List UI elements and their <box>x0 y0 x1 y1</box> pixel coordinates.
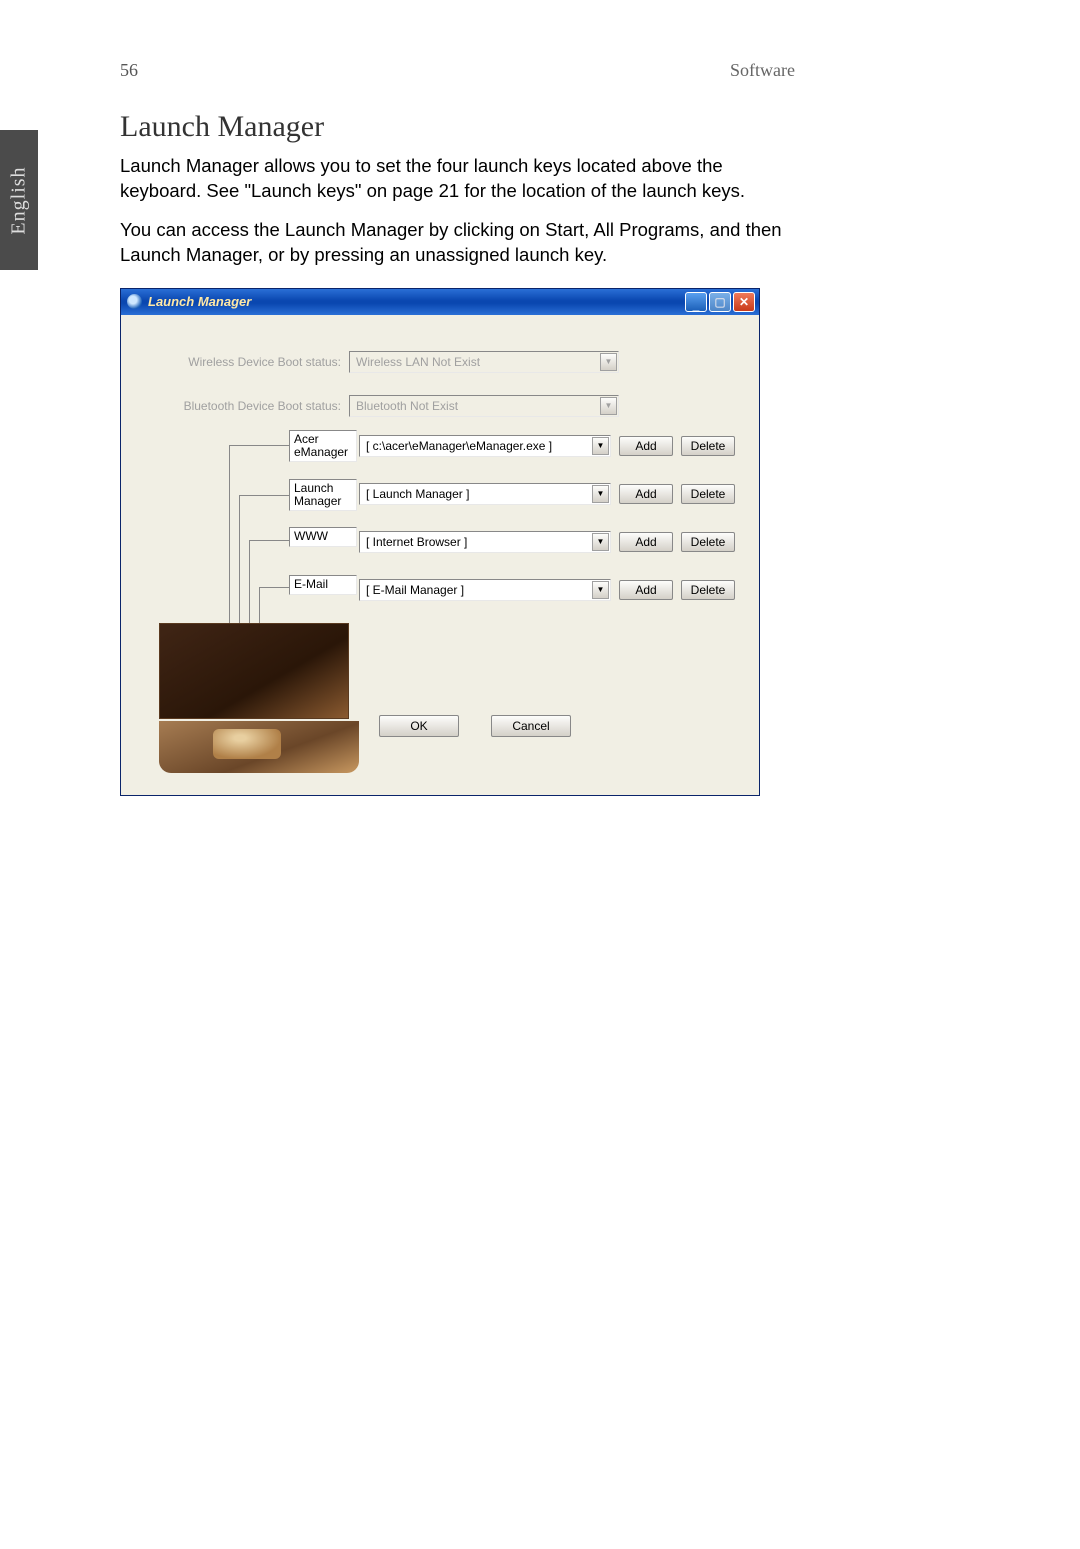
add-button[interactable]: Add <box>619 436 673 456</box>
window-title: Launch Manager <box>148 294 685 309</box>
maximize-icon: ▢ <box>714 295 725 309</box>
bluetooth-boot-label: Bluetooth Device Boot status: <box>171 399 341 413</box>
www-dropdown[interactable]: [ Internet Browser ] ▼ <box>359 531 611 553</box>
body-paragraph-1: Launch Manager allows you to set the fou… <box>120 154 790 204</box>
page-title: Launch Manager <box>120 110 790 144</box>
www-value: [ Internet Browser ] <box>360 535 591 549</box>
emanager-value: [ c:\acer\eManager\eManager.exe ] <box>360 439 591 453</box>
add-button[interactable]: Add <box>619 484 673 504</box>
add-button[interactable]: Add <box>619 532 673 552</box>
body-paragraph-2: You can access the Launch Manager by cli… <box>120 218 790 268</box>
chevron-down-icon: ▼ <box>600 397 617 415</box>
ok-button[interactable]: OK <box>379 715 459 737</box>
close-icon: ✕ <box>739 295 749 309</box>
laptop-illustration <box>159 623 359 773</box>
language-label: English <box>8 166 31 234</box>
chevron-down-icon[interactable]: ▼ <box>592 485 609 503</box>
chevron-down-icon[interactable]: ▼ <box>592 581 609 599</box>
page-number: 56 <box>120 60 138 81</box>
chevron-down-icon[interactable]: ▼ <box>592 437 609 455</box>
titlebar[interactable]: Launch Manager _ ▢ ✕ <box>121 289 759 315</box>
key-label-www: WWW <box>289 527 357 547</box>
add-button[interactable]: Add <box>619 580 673 600</box>
chevron-down-icon[interactable]: ▼ <box>592 533 609 551</box>
section-label: Software <box>730 60 795 81</box>
language-tab: English <box>0 130 38 270</box>
email-dropdown[interactable]: [ E-Mail Manager ] ▼ <box>359 579 611 601</box>
minimize-button[interactable]: _ <box>685 292 707 312</box>
emanager-dropdown[interactable]: [ c:\acer\eManager\eManager.exe ] ▼ <box>359 435 611 457</box>
delete-button[interactable]: Delete <box>681 532 735 552</box>
app-icon <box>127 294 142 309</box>
wireless-boot-label: Wireless Device Boot status: <box>171 355 341 369</box>
key-label-email: E-Mail <box>289 575 357 595</box>
cancel-button[interactable]: Cancel <box>491 715 571 737</box>
key-label-emanager: Acer eManager <box>289 430 357 462</box>
bluetooth-boot-dropdown: Bluetooth Not Exist ▼ <box>349 395 619 417</box>
delete-button[interactable]: Delete <box>681 484 735 504</box>
bluetooth-boot-value: Bluetooth Not Exist <box>350 399 599 413</box>
launch-manager-window: Launch Manager _ ▢ ✕ Wireless Device Boo… <box>120 288 760 796</box>
maximize-button: ▢ <box>709 292 731 312</box>
chevron-down-icon: ▼ <box>600 353 617 371</box>
close-button[interactable]: ✕ <box>733 292 755 312</box>
launchmanager-value: [ Launch Manager ] <box>360 487 591 501</box>
minimize-icon: _ <box>693 298 700 312</box>
key-label-launchmanager: Launch Manager <box>289 479 357 511</box>
email-value: [ E-Mail Manager ] <box>360 583 591 597</box>
delete-button[interactable]: Delete <box>681 580 735 600</box>
delete-button[interactable]: Delete <box>681 436 735 456</box>
launchmanager-dropdown[interactable]: [ Launch Manager ] ▼ <box>359 483 611 505</box>
wireless-boot-dropdown: Wireless LAN Not Exist ▼ <box>349 351 619 373</box>
wireless-boot-value: Wireless LAN Not Exist <box>350 355 599 369</box>
